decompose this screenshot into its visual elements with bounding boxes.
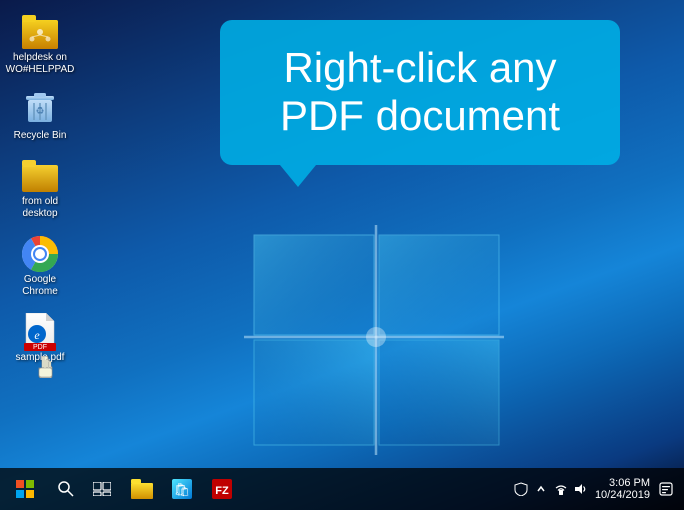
search-button[interactable]	[48, 468, 84, 510]
taskbar-filezilla[interactable]: FZ	[204, 470, 240, 508]
svg-text:PDF: PDF	[33, 344, 47, 351]
recycle-bin-label: Recycle Bin	[14, 130, 67, 142]
old-desktop-icon[interactable]: from old desktop	[8, 154, 72, 224]
clock-time: 3:06 PM	[595, 477, 650, 489]
svg-text:🛍: 🛍	[174, 482, 191, 497]
sample-pdf-label: sample.pdf	[16, 352, 65, 364]
security-tray-icon[interactable]	[513, 481, 529, 497]
svg-text:e: e	[34, 328, 40, 342]
desktop-icons-area: helpdesk on WO#HELPPAD	[0, 0, 80, 510]
chrome-icon-img	[22, 236, 58, 272]
system-tray: 3:06 PM 10/24/2019	[513, 468, 680, 510]
helpdesk-icon[interactable]: helpdesk on WO#HELPPAD	[8, 10, 72, 80]
recycle-bin-icon[interactable]: ♻ Recycle Bin	[8, 88, 72, 146]
callout-text: Right-click any PDF document	[252, 44, 588, 141]
svg-text:♻: ♻	[36, 106, 45, 117]
tray-chevron-up[interactable]	[533, 481, 549, 497]
helpdesk-label: helpdesk on WO#HELPPAD	[6, 52, 75, 76]
taskbar-apps: 🛍 FZ	[124, 470, 240, 508]
tray-icons	[513, 481, 589, 497]
system-clock[interactable]: 3:06 PM 10/24/2019	[595, 477, 650, 501]
sample-pdf-icon-img: e PDF	[22, 314, 58, 350]
clock-date: 10/24/2019	[595, 489, 650, 501]
desktop: helpdesk on WO#HELPPAD	[0, 0, 684, 510]
helpdesk-icon-img	[22, 14, 58, 50]
taskbar: 🛍 FZ	[0, 468, 684, 510]
callout-box: Right-click any PDF document	[220, 20, 620, 165]
start-button[interactable]	[4, 468, 46, 510]
taskbar-store[interactable]: 🛍	[164, 470, 200, 508]
taskbar-file-explorer[interactable]	[124, 470, 160, 508]
task-view-button[interactable]	[84, 468, 120, 510]
svg-text:FZ: FZ	[215, 485, 229, 497]
volume-tray-icon[interactable]	[573, 481, 589, 497]
old-desktop-label: from old desktop	[12, 196, 68, 220]
action-center-icon[interactable]	[656, 468, 676, 510]
chrome-icon[interactable]: Google Chrome	[8, 232, 72, 302]
sample-pdf-icon[interactable]: e PDF sample.pdf	[8, 310, 72, 368]
old-desktop-icon-img	[22, 158, 58, 194]
chrome-label: Google Chrome	[12, 274, 68, 298]
network-tray-icon[interactable]	[553, 481, 569, 497]
recycle-bin-icon-img: ♻	[22, 92, 58, 128]
windows-logo-decoration	[244, 225, 504, 455]
